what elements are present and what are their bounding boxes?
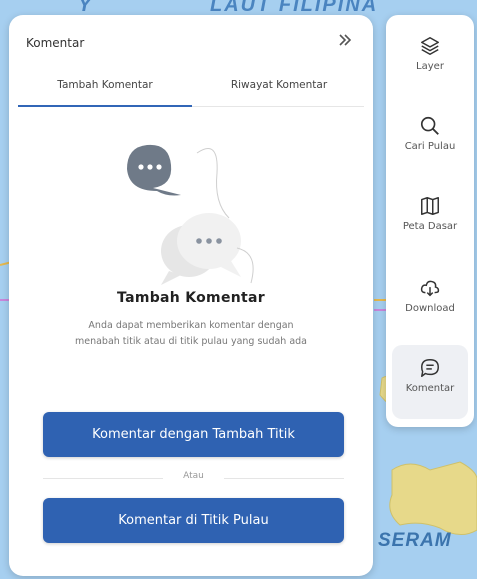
comment-panel: Komentar Tambah Komentar Riwayat Komenta…	[9, 15, 373, 576]
map-label-seram: SERAM	[378, 530, 452, 551]
toolbar-label-layer: Layer	[416, 61, 444, 72]
layers-icon	[421, 37, 439, 55]
cloud-download-icon	[420, 280, 440, 297]
chat-bubbles-icon	[127, 144, 254, 285]
comment-island-point-button[interactable]: Komentar di Titik Pulau	[43, 498, 344, 543]
search-icon	[420, 116, 439, 135]
tab-riwayat-komentar[interactable]: Riwayat Komentar	[192, 73, 366, 105]
toolbar-item-komentar[interactable]: Komentar	[392, 345, 468, 419]
toolbar-label-cari-pulau: Cari Pulau	[404, 141, 456, 152]
toolbar-item-cari-pulau[interactable]: Cari Pulau	[392, 103, 468, 177]
empty-state-description: Anda dapat memberikan komentar dengan me…	[74, 320, 308, 347]
toolbar-label-peta-dasar: Peta Dasar	[402, 221, 458, 232]
map-icon	[421, 197, 439, 215]
tab-tambah-komentar[interactable]: Tambah Komentar	[18, 73, 192, 107]
map-toolbar: Layer Cari Pulau Peta Dasar Download Kom…	[386, 15, 474, 427]
or-label: Atau	[183, 471, 204, 481]
tab-bar: Tambah Komentar Riwayat Komentar	[18, 67, 364, 107]
toolbar-label-download: Download	[405, 303, 455, 314]
toolbar-item-peta-dasar[interactable]: Peta Dasar	[392, 183, 468, 257]
empty-state-title: Tambah Komentar	[117, 290, 265, 306]
double-chevron-right-icon[interactable]	[337, 32, 353, 52]
or-divider: Atau	[43, 471, 344, 485]
comment-add-point-button[interactable]: Komentar dengan Tambah Titik	[43, 412, 344, 457]
toolbar-item-download[interactable]: Download	[392, 265, 468, 339]
panel-title: Komentar	[26, 36, 85, 50]
toolbar-label-komentar: Komentar	[405, 383, 455, 394]
toolbar-item-layer[interactable]: Layer	[392, 23, 468, 97]
comment-icon	[421, 359, 439, 377]
